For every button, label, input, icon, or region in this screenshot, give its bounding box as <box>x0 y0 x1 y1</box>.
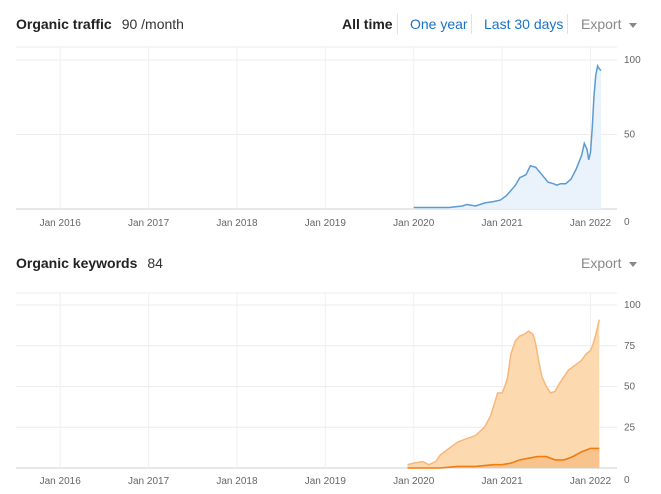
y-tick-label: 0 <box>624 217 630 228</box>
x-tick-label: Jan 2022 <box>570 218 612 229</box>
x-tick-label: Jan 2017 <box>128 476 170 487</box>
x-tick-label: Jan 2021 <box>482 476 524 487</box>
y-tick-label: 0 <box>624 475 630 486</box>
x-tick-label: Jan 2016 <box>40 218 82 229</box>
y-tick-label: 50 <box>624 130 636 141</box>
x-tick-label: Jan 2020 <box>393 476 435 487</box>
x-tick-label: Jan 2021 <box>482 218 524 229</box>
x-tick-label: Jan 2019 <box>305 476 347 487</box>
y-tick-label: 100 <box>624 55 641 66</box>
traffic-series-area <box>413 66 602 209</box>
x-tick-label: Jan 2022 <box>570 476 612 487</box>
x-tick-label: Jan 2016 <box>40 476 82 487</box>
x-tick-label: Jan 2020 <box>393 218 435 229</box>
y-tick-label: 50 <box>624 382 636 393</box>
x-tick-label: Jan 2018 <box>216 476 258 487</box>
x-tick-label: Jan 2019 <box>305 218 347 229</box>
x-tick-label: Jan 2017 <box>128 218 170 229</box>
x-tick-label: Jan 2018 <box>216 218 258 229</box>
y-tick-label: 100 <box>624 300 641 311</box>
keywords-series-area <box>407 319 600 468</box>
y-tick-label: 25 <box>624 422 636 433</box>
charts-canvas: 100 50 0 Jan 2016 Jan 2017 Jan 2018 Jan 2019 Ja… <box>16 46 641 487</box>
y-tick-label: 75 <box>624 341 636 352</box>
